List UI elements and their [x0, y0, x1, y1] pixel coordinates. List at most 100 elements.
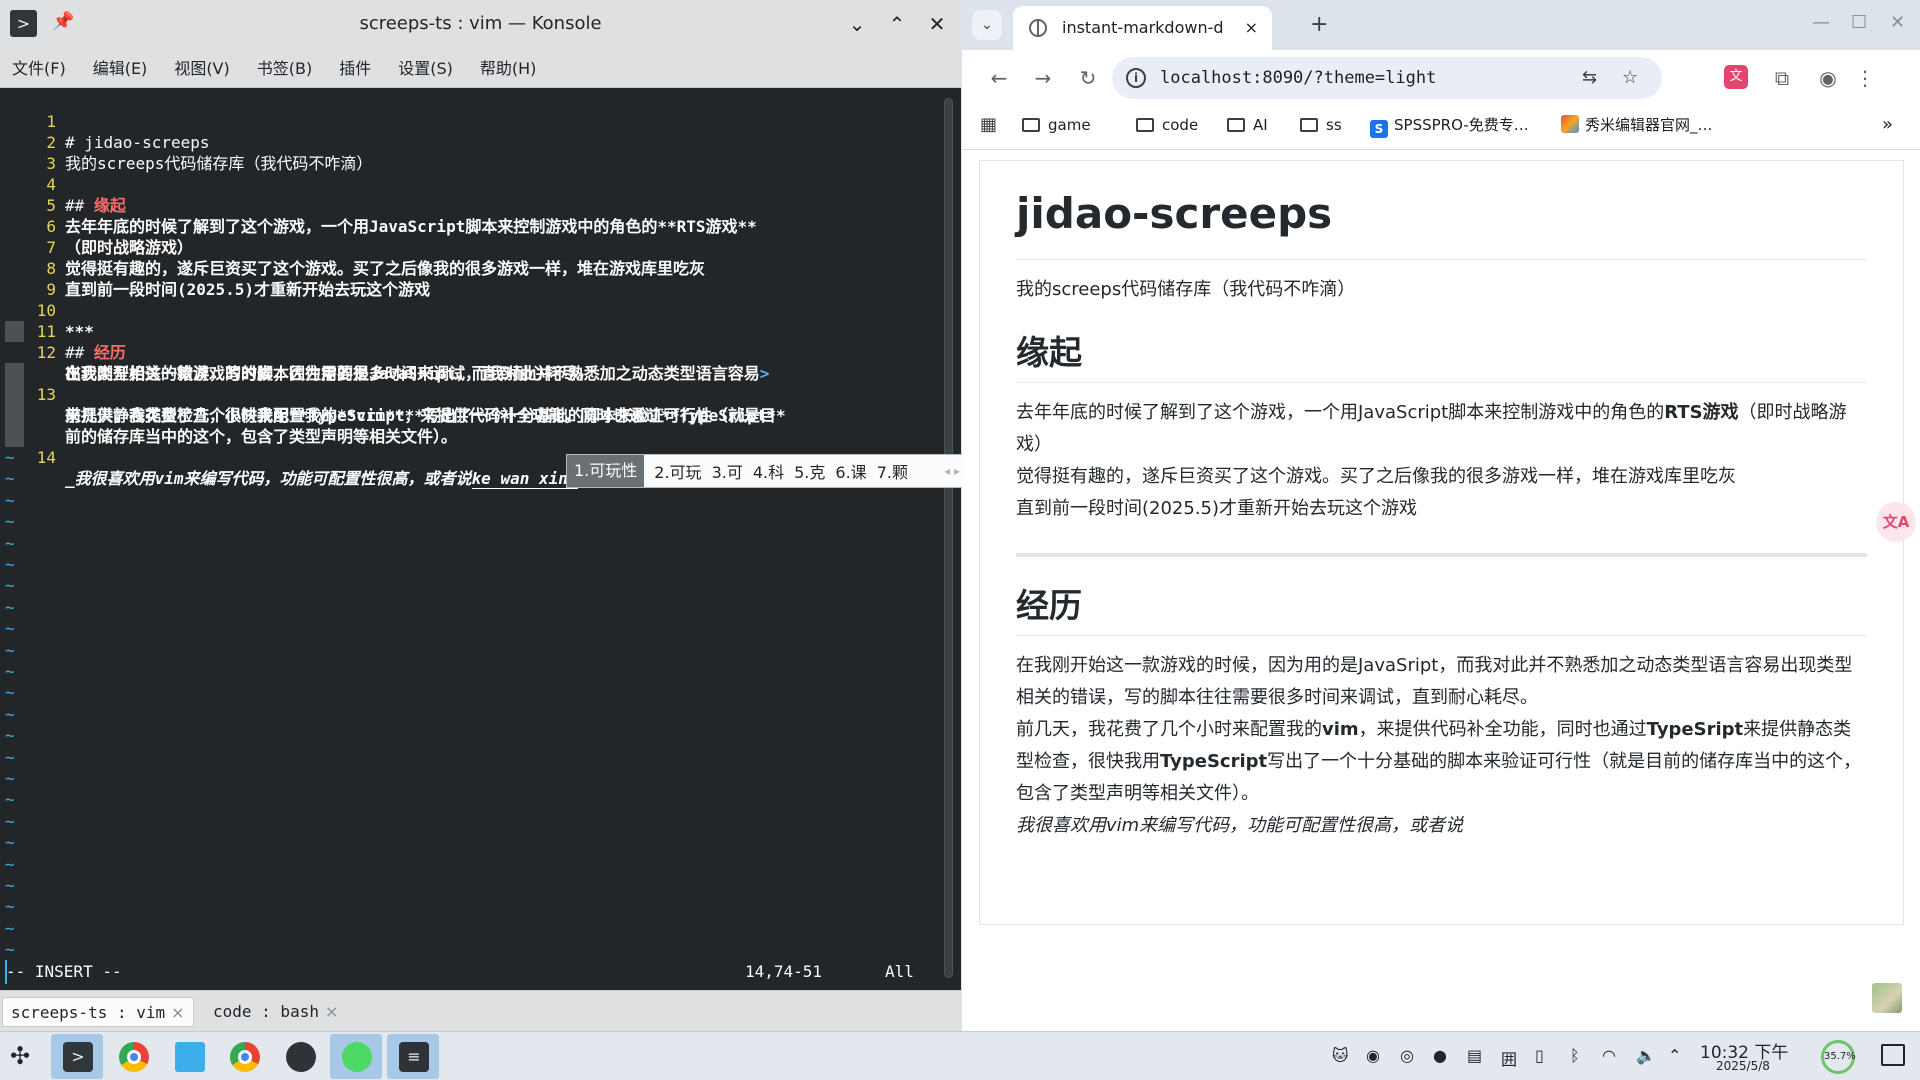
maximize-chevron-icon[interactable]: ⌃	[883, 10, 911, 38]
tab-close-icon[interactable]: ×	[325, 1002, 338, 1021]
taskbar-qq[interactable]	[274, 1034, 326, 1079]
clock-date[interactable]: 2025/5/8	[1716, 1059, 1770, 1073]
forward-icon[interactable]: →	[1028, 63, 1058, 93]
close-icon[interactable]: ✕	[1890, 12, 1905, 33]
tab-close-icon[interactable]: ×	[171, 1003, 184, 1022]
text-run: 在我刚开始这一款游戏的时候，因为用的是JavaSript，而我对此并不熟悉加之动…	[1016, 655, 1853, 708]
taskbar-chrome[interactable]	[107, 1034, 159, 1079]
bluetooth-icon[interactable]: ᛒ	[1570, 1046, 1580, 1065]
show-desktop-icon[interactable]	[1881, 1044, 1905, 1066]
ime-candidate-popup: 1.可玩性 2.可玩 3.可 4.科 5.克 6.课 7.颗 ◂ ▸	[566, 454, 965, 488]
input-method-icon[interactable]: 囲	[1501, 1046, 1517, 1070]
ime-candidate[interactable]: 3.可	[712, 459, 743, 483]
ime-candidate[interactable]: 2.可玩	[654, 459, 701, 483]
tab-screeps-vim[interactable]: screeps-ts : vim ×	[2, 997, 194, 1027]
extensions-puzzle-icon[interactable]: ⧉	[1767, 63, 1797, 93]
volume-icon[interactable]: 🔈	[1636, 1046, 1656, 1065]
tab-close-icon[interactable]: ×	[1245, 6, 1258, 50]
page-content: jidao-screeps 我的screeps代码储存库（我代码不咋滴） 缘起 …	[962, 150, 1920, 1031]
bookmark-spsspro[interactable]: S SPSSPRO-免费专…	[1370, 106, 1529, 144]
reload-icon[interactable]: ↻	[1073, 63, 1103, 93]
horizontal-rule	[1016, 553, 1867, 557]
wifi-icon[interactable]: ◠	[1602, 1046, 1616, 1065]
konsole-tabbar: screeps-ts : vim × code : bash ×	[0, 990, 961, 1031]
translator-extension-icon[interactable]: 文	[1724, 65, 1748, 89]
more-bookmarks-icon[interactable]: »	[1882, 106, 1893, 144]
new-tab-button[interactable]: +	[1310, 10, 1328, 40]
empty-line-tilde: ~	[5, 662, 15, 681]
ime-candidate[interactable]: 4.科	[753, 459, 784, 483]
cat-tray-icon[interactable]: 🐱	[1332, 1046, 1349, 1065]
taskbar-system-monitor[interactable]: ≡	[387, 1034, 439, 1079]
vim-line: 10 ***	[0, 279, 94, 341]
menu-help[interactable]: 帮助(H)	[480, 55, 537, 79]
empty-line-tilde: ~	[5, 790, 15, 810]
clipboard-icon[interactable]: ▤	[1467, 1046, 1482, 1065]
terminal-area[interactable]: 1 # jidao-screeps 2 我的screeps代码储存库（我代码不咋…	[0, 88, 961, 990]
bookmark-folder-ss[interactable]: ss	[1300, 106, 1342, 144]
site-info-icon[interactable]: i	[1126, 68, 1146, 88]
menu-view[interactable]: 视图(V)	[174, 55, 229, 79]
taskbar-wechat[interactable]	[330, 1034, 382, 1079]
tab-search-chevron-icon[interactable]: ⌄	[972, 10, 1002, 40]
bookmark-folder-ai[interactable]: AI	[1227, 106, 1268, 144]
tray-expand-icon[interactable]: ⌃	[1668, 1046, 1681, 1065]
taskbar-files[interactable]	[163, 1034, 215, 1079]
terminal-scrollbar[interactable]	[944, 98, 953, 978]
maximize-icon[interactable]: ☐	[1851, 12, 1867, 33]
ime-candidate[interactable]: 6.课	[835, 459, 866, 483]
chrome-tab-active[interactable]: instant-markdown-d ×	[1013, 6, 1272, 50]
back-icon[interactable]: ←	[984, 63, 1014, 93]
translate-icon[interactable]: ⇆	[1582, 67, 1597, 88]
minimize-icon[interactable]: —	[1812, 12, 1830, 33]
storage-icon[interactable]: ▯	[1535, 1046, 1544, 1065]
vim-line: 4 ## 缘起	[0, 153, 126, 215]
menu-bookmarks[interactable]: 书签(B)	[257, 55, 312, 79]
folder-icon	[1022, 118, 1040, 132]
battery-indicator[interactable]: 35.7%	[1821, 1040, 1856, 1074]
corner-thumbnail-image[interactable]	[1872, 983, 1902, 1013]
bookmark-label: SPSSPRO-免费专…	[1394, 116, 1529, 134]
menu-dots-icon[interactable]: ⋮	[1850, 63, 1880, 93]
minimize-chevron-icon[interactable]: ⌄	[843, 10, 871, 38]
vim-line: 14 _我很喜欢用vim来编写代码，功能可配置性很高，或者说ke wan xin…	[0, 426, 578, 489]
ime-page-arrows-icon[interactable]: ◂ ▸	[944, 464, 960, 478]
bookmark-xiumi[interactable]: 秀米编辑器官网_…	[1561, 106, 1713, 144]
ime-candidate-selected[interactable]: 1.可玩性	[567, 455, 645, 487]
chrome-tabstrip: ⌄ instant-markdown-d × + — ☐ ✕	[962, 0, 1920, 50]
translate-floating-button[interactable]: 文A	[1876, 502, 1916, 542]
app-launcher-icon[interactable]: ✣	[10, 1042, 30, 1070]
ime-candidate[interactable]: 7.颗	[877, 459, 908, 483]
wechat-tray-icon[interactable]: ●	[1433, 1046, 1447, 1065]
doc-experience-paragraph: 在我刚开始这一款游戏的时候，因为用的是JavaSript，而我对此并不熟悉加之动…	[1016, 650, 1867, 842]
close-icon[interactable]: ✕	[923, 10, 951, 38]
profile-icon[interactable]: ◉	[1813, 63, 1843, 93]
empty-line-tilde: ~	[5, 940, 15, 960]
menu-file[interactable]: 文件(F)	[12, 55, 66, 79]
ime-candidate[interactable]: 5.克	[794, 459, 825, 483]
doc-heading-experience: 经历	[1016, 581, 1867, 636]
qq-tray-icon[interactable]: ◉	[1366, 1046, 1380, 1065]
doc-intro: 我的screeps代码储存库（我代码不咋滴）	[1016, 279, 1356, 300]
heading-text: 经历	[93, 343, 126, 362]
taskbar-konsole[interactable]: >	[51, 1034, 103, 1079]
bookmark-folder-game[interactable]: game	[1022, 106, 1091, 144]
steam-tray-icon[interactable]: ◎	[1400, 1046, 1414, 1065]
line-text: ***	[65, 322, 94, 341]
tab-code-bash[interactable]: code : bash ×	[205, 997, 346, 1027]
wrap-indicator: >	[759, 364, 770, 383]
bookmark-folder-code[interactable]: code	[1136, 106, 1198, 144]
vim-line: 2 我的screeps代码储存库（我代码不咋滴）	[0, 111, 372, 173]
apps-grid-icon[interactable]: ▦	[980, 106, 997, 144]
address-bar[interactable]: i localhost:8090/?theme=light ⇆ ☆	[1112, 57, 1662, 99]
bookmark-star-icon[interactable]: ☆	[1622, 67, 1638, 88]
menu-plugins[interactable]: 插件	[339, 55, 371, 79]
url-text[interactable]: localhost:8090/?theme=light	[1160, 57, 1436, 99]
bookmark-label: 秀米编辑器官网_…	[1585, 116, 1713, 134]
menu-settings[interactable]: 设置(S)	[398, 55, 453, 79]
taskbar-chrome-2[interactable]	[218, 1034, 270, 1079]
window-title: screeps-ts : vim — Konsole	[359, 13, 602, 34]
menu-edit[interactable]: 编辑(E)	[93, 55, 148, 79]
line-text: ## 缘起	[65, 195, 126, 216]
vim-line: 7 觉得挺有趣的，遂斥巨资买了这个游戏。买了之后像我的很多游戏一样，堆在游戏库里…	[0, 216, 705, 278]
